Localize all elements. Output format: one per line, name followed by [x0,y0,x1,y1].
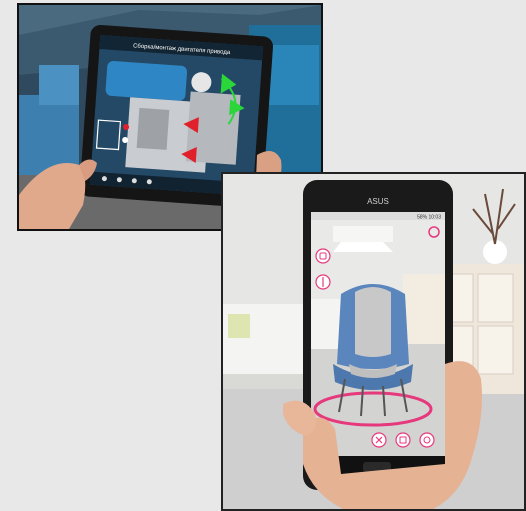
phone-brand-text: ASUS [367,197,389,206]
phone-status-bar: 58% 10:03 [417,215,441,221]
rotate-icon[interactable] [419,432,435,448]
camera-icon[interactable] [315,248,331,264]
furniture-ar-phone-photo: ASUS 58% 10:03 [221,172,526,511]
delete-icon[interactable] [395,432,411,448]
